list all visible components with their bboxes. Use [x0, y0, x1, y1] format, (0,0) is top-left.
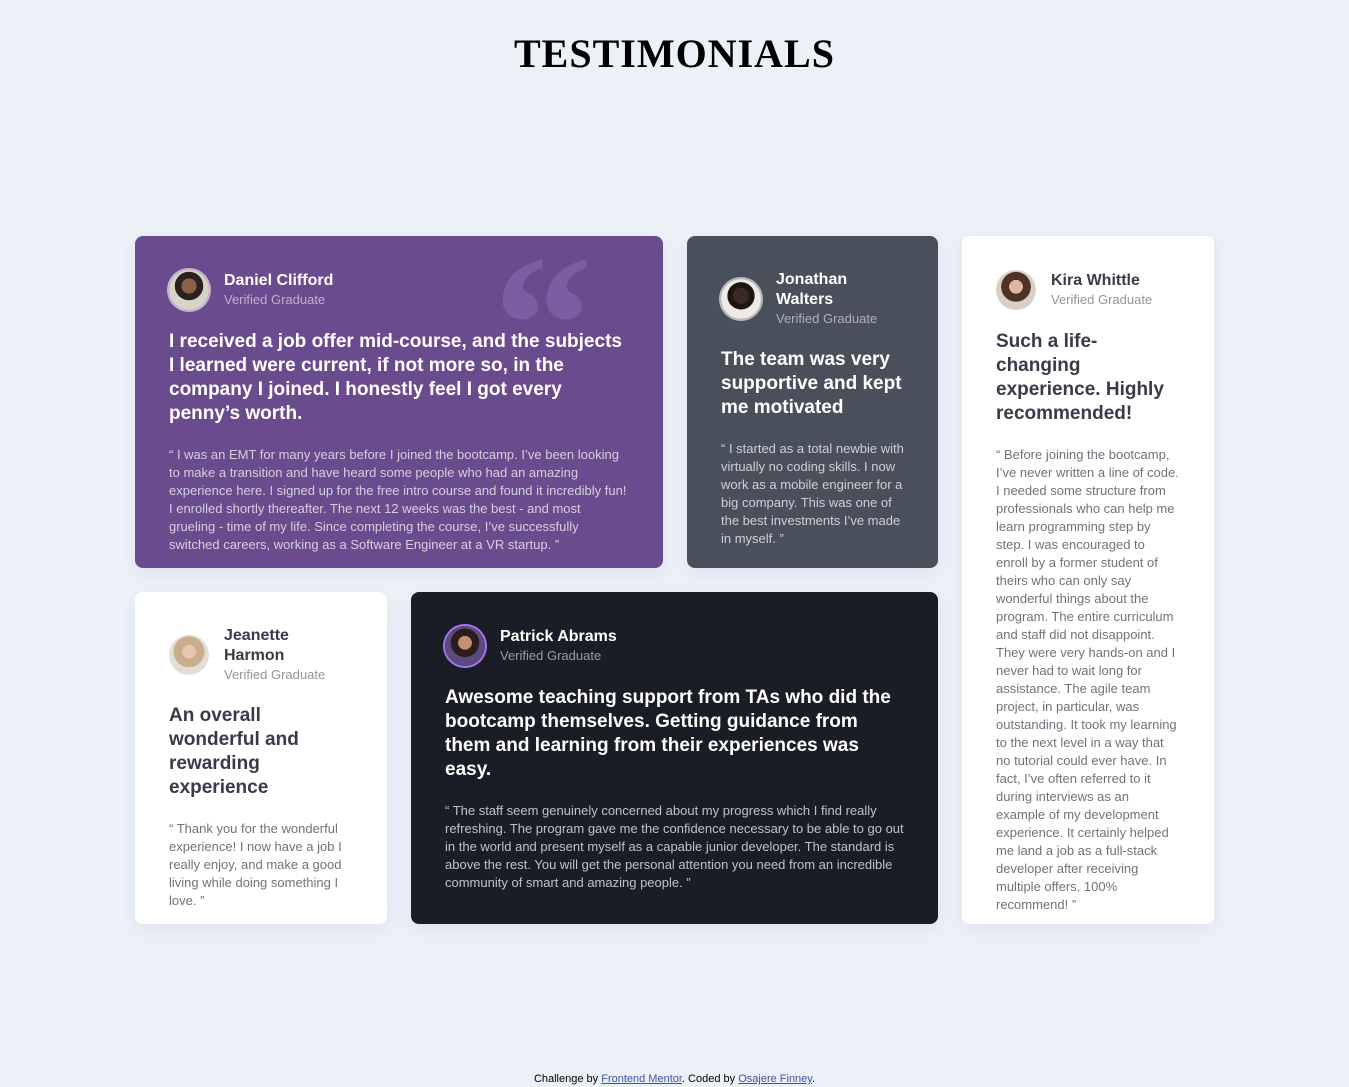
testimonial-body: “ I was an EMT for many years before I j…: [169, 447, 627, 552]
author-name: Jonathan Walters: [776, 271, 848, 308]
footer-middle: . Coded by: [681, 1073, 736, 1085]
author-role: Verified Graduate: [1051, 292, 1153, 307]
testimonial-headline: I received a job offer mid-course, and t…: [169, 331, 622, 424]
author-link[interactable]: Osajere Finney: [738, 1073, 812, 1085]
author: Jeanette Harmon Verified Graduate: [169, 626, 353, 684]
testimonial-body: “ The staff seem genuinely concerned abo…: [445, 803, 904, 890]
author: Kira Whittle Verified Graduate: [996, 270, 1180, 310]
testimonial-card-daniel: “ Daniel Clifford Verified Graduate I re…: [135, 236, 663, 568]
frontend-mentor-link[interactable]: Frontend Mentor: [601, 1073, 682, 1085]
testimonials-grid: “ Daniel Clifford Verified Graduate I re…: [135, 236, 1214, 924]
author-role: Verified Graduate: [224, 292, 326, 307]
page-title: TESTIMONIALS: [514, 31, 835, 76]
avatar: [169, 635, 209, 675]
testimonial-headline: Such a life-changing experience. Highly …: [996, 331, 1164, 424]
author: Patrick Abrams Verified Graduate: [445, 626, 904, 666]
author-name: Patrick Abrams: [500, 628, 617, 645]
footer-suffix: .: [811, 1073, 816, 1085]
footer-prefix: Challenge by: [533, 1073, 599, 1085]
testimonial-card-jonathan: Jonathan Walters Verified Graduate The t…: [687, 236, 938, 568]
avatar: [445, 626, 485, 666]
testimonial-headline: An overall wonderful and rewarding exper…: [169, 705, 299, 798]
author-name: Daniel Clifford: [224, 272, 334, 289]
testimonial-body: “ I started as a total newbie with virtu…: [721, 441, 904, 546]
avatar: [169, 270, 209, 310]
author-role: Verified Graduate: [500, 648, 602, 663]
testimonial-body: “ Before joining the bootcamp, I’ve neve…: [996, 447, 1179, 912]
author-role: Verified Graduate: [776, 311, 878, 326]
author: Daniel Clifford Verified Graduate: [169, 270, 629, 310]
testimonial-card-patrick: Patrick Abrams Verified Graduate Awesome…: [411, 592, 938, 924]
testimonial-headline: Awesome teaching support from TAs who di…: [445, 687, 891, 780]
author-name: Kira Whittle: [1051, 272, 1140, 289]
author-role: Verified Graduate: [224, 667, 326, 682]
testimonial-card-kira: Kira Whittle Verified Graduate Such a li…: [962, 236, 1214, 924]
attribution-footer: Challenge by Frontend Mentor. Coded by O…: [0, 1073, 1349, 1085]
author-name: Jeanette Harmon: [224, 627, 289, 664]
avatar: [721, 279, 761, 319]
testimonial-body: “ Thank you for the wonderful experience…: [169, 821, 342, 908]
avatar: [996, 270, 1036, 310]
author: Jonathan Walters Verified Graduate: [721, 270, 904, 328]
testimonial-card-jeanette: Jeanette Harmon Verified Graduate An ove…: [135, 592, 387, 924]
testimonial-headline: The team was very supportive and kept me…: [721, 349, 902, 418]
